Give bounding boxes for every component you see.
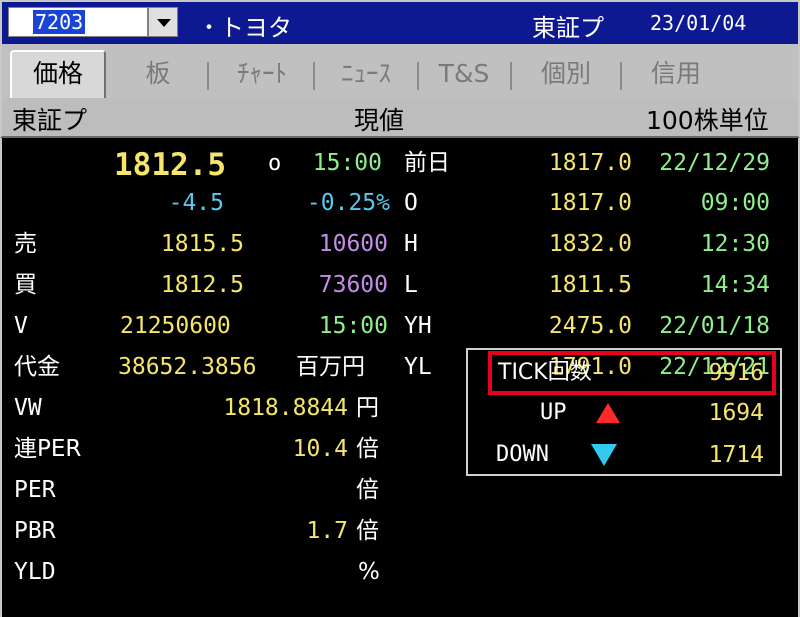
tick-down-value: 1714 <box>708 442 764 468</box>
bid-price: 1812.5 <box>160 272 244 298</box>
tab-separator <box>510 62 512 90</box>
exchange-label: 東証プ <box>532 14 604 42</box>
down-arrow-icon <box>591 444 617 466</box>
stat-price-high: 1832.0 <box>548 231 632 257</box>
header-exchange: 東証プ <box>12 106 88 135</box>
stock-code-input[interactable]: 7203 <box>8 7 148 37</box>
tab-separator <box>620 62 622 90</box>
tick-down-label: DOWN <box>496 442 549 467</box>
yield-unit: % <box>358 559 380 585</box>
yield-label: YLD <box>14 559 56 585</box>
stat-time-low: 14:34 <box>700 272 770 298</box>
price-change: -4.5 <box>168 190 224 216</box>
volume-time: 15:00 <box>318 313 388 339</box>
vwap-label: VW <box>14 395 42 421</box>
vwap-value: 1818.8844 <box>223 395 348 421</box>
consolidated-per-label: 連PER <box>14 436 82 462</box>
per-label: PER <box>14 477 56 503</box>
tick-up-value: 1694 <box>708 400 764 426</box>
panel-header: 東証プ 現値 100株単位 <box>0 98 800 138</box>
tick-count-label: TICK回数 <box>498 360 592 385</box>
tab-bar: 価格 板 ﾁｬｰﾄ ﾆｭｰｽ T&S 個別 信用 <box>0 44 800 98</box>
stat-label-open: O <box>404 190 418 216</box>
current-price: 1812.5 <box>114 147 226 183</box>
price-change-percent: -0.25% <box>306 190 390 216</box>
name-separator: ・ <box>198 16 221 41</box>
stat-date-prev-close: 22/12/29 <box>659 150 770 176</box>
tab-time-and-sales[interactable]: T&S <box>420 56 508 94</box>
bid-label: 買 <box>14 272 37 298</box>
stat-price-open: 1817.0 <box>548 190 632 216</box>
stat-label-high: H <box>404 231 418 257</box>
tab-price[interactable]: 価格 <box>10 50 106 98</box>
consolidated-per-unit: 倍 <box>356 436 379 462</box>
tab-individual[interactable]: 個別 <box>514 56 618 94</box>
pbr-unit: 倍 <box>356 518 379 544</box>
stat-label-prev-close: 前日 <box>404 150 450 176</box>
tick-up-label: UP <box>540 400 567 425</box>
bid-quantity: 73600 <box>318 272 388 298</box>
stat-time-high: 12:30 <box>700 231 770 257</box>
stock-name: トヨタ <box>220 14 292 42</box>
header-unit: 100株単位 <box>646 106 769 135</box>
pbr-label: PBR <box>14 518 56 544</box>
tick-count-value: 9916 <box>708 360 764 386</box>
ask-label: 売 <box>14 231 37 257</box>
pbr-value: 1.7 <box>306 518 348 544</box>
stat-price-low: 1811.5 <box>548 272 632 298</box>
stat-price-prev-close: 1817.0 <box>548 150 632 176</box>
stat-price-year-high: 2475.0 <box>548 313 632 339</box>
stat-time-open: 09:00 <box>700 190 770 216</box>
current-price-time: 15:00 <box>312 150 382 176</box>
up-arrow-icon <box>596 403 620 423</box>
stock-code-dropdown-button[interactable] <box>148 7 178 37</box>
stat-label-low: L <box>404 272 418 298</box>
tab-news[interactable]: ﾆｭｰｽ <box>316 56 416 94</box>
tab-chart[interactable]: ﾁｬｰﾄ <box>212 56 312 94</box>
title-bar: 7203 ・ トヨタ 東証プ 23/01/04 <box>0 0 800 44</box>
ask-quantity: 10600 <box>318 231 388 257</box>
tab-separator <box>313 62 315 90</box>
turnover-label: 代金 <box>14 354 60 380</box>
stat-label-year-high: YH <box>404 313 432 339</box>
turnover-unit: 百万円 <box>296 354 365 380</box>
turnover-value: 38652.3856 <box>118 354 257 380</box>
tab-separator <box>417 62 419 90</box>
stock-code-value: 7203 <box>33 10 86 34</box>
volume-label: V <box>14 313 28 339</box>
stat-label-year-low: YL <box>404 354 432 380</box>
header-title: 現値 <box>354 106 405 135</box>
tab-margin[interactable]: 信用 <box>624 56 728 94</box>
current-date: 23/01/04 <box>650 11 747 35</box>
tab-separator <box>207 62 209 90</box>
stat-date-year-high: 22/01/18 <box>659 313 770 339</box>
ask-price: 1815.5 <box>160 231 244 257</box>
tab-board[interactable]: 板 <box>110 56 206 94</box>
consolidated-per-value: 10.4 <box>292 436 348 462</box>
volume-value: 21250600 <box>120 313 231 339</box>
current-price-marker: o <box>268 151 282 176</box>
vwap-unit: 円 <box>356 395 379 421</box>
per-unit: 倍 <box>356 477 379 503</box>
